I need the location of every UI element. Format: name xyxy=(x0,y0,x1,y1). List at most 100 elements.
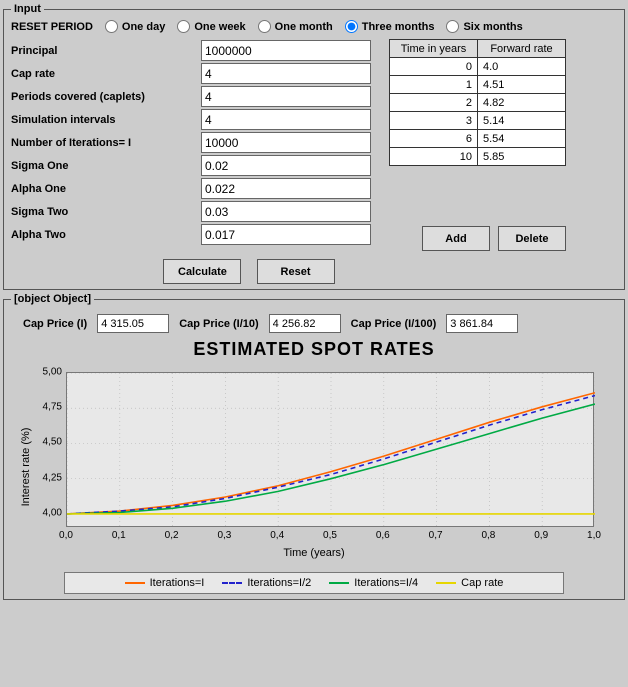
principal-label: Principal xyxy=(11,39,201,62)
alpha-two-input[interactable] xyxy=(201,224,371,245)
chart-xlabel: Time (years) xyxy=(283,547,344,559)
calculate-button[interactable]: Calculate xyxy=(163,259,241,284)
forward-panel: Time in years Forward rate 04.014.5124.8… xyxy=(389,39,566,251)
reset-option-one-day[interactable]: One day xyxy=(101,20,165,33)
output-panel: [object Object] Cap Price (I) Cap Price … xyxy=(3,293,625,600)
legend-iterations-I2: Iterations=I/2 xyxy=(222,577,311,589)
reset-option-one-month[interactable]: One month xyxy=(254,20,333,33)
cap-price-I100-value xyxy=(446,314,518,333)
alpha-one-label: Alpha One xyxy=(11,177,201,200)
chart-title: ESTIMATED SPOT RATES xyxy=(11,339,617,360)
periods-input[interactable] xyxy=(201,86,371,107)
chart-ytick: 4,00 xyxy=(16,507,62,518)
price-row: Cap Price (I) Cap Price (I/10) Cap Price… xyxy=(23,314,617,333)
chart-ytick: 4,25 xyxy=(16,472,62,483)
chart-ytick: 4,50 xyxy=(16,437,62,448)
fwd-rate-cell: 5.85 xyxy=(478,148,566,166)
forward-buttons: Add Delete xyxy=(389,226,566,251)
reset-radio-one-week[interactable] xyxy=(177,20,190,33)
forward-header-rate: Forward rate xyxy=(478,40,566,58)
fwd-time-cell: 2 xyxy=(390,94,478,112)
sim-intervals-label: Simulation intervals xyxy=(11,108,201,131)
chart-xtick: 1,0 xyxy=(579,530,609,541)
chart-xtick: 0,6 xyxy=(368,530,398,541)
legend-cap-rate: Cap rate xyxy=(436,577,503,589)
param-panel: Principal Cap rate Periods covered (capl… xyxy=(11,39,375,246)
sigma-two-input[interactable] xyxy=(201,201,371,222)
chart-ytick: 5,00 xyxy=(16,367,62,378)
swatch-icon xyxy=(222,582,242,584)
table-row[interactable]: 65.54 xyxy=(390,130,566,148)
reset-radio-six-months[interactable] xyxy=(446,20,459,33)
chart-xtick: 0,1 xyxy=(104,530,134,541)
chart-plot-area xyxy=(66,372,594,527)
table-row[interactable]: 14.51 xyxy=(390,76,566,94)
alpha-one-input[interactable] xyxy=(201,178,371,199)
fwd-time-cell: 1 xyxy=(390,76,478,94)
reset-period-label: RESET PERIOD xyxy=(11,21,93,33)
reset-radio-three-months[interactable] xyxy=(345,20,358,33)
cap-rate-input[interactable] xyxy=(201,63,371,84)
cap-rate-label: Cap rate xyxy=(11,62,201,85)
reset-option-three-months[interactable]: Three months xyxy=(341,20,435,33)
fwd-time-cell: 10 xyxy=(390,148,478,166)
alpha-two-label: Alpha Two xyxy=(11,223,201,246)
cap-price-I10-value xyxy=(269,314,341,333)
cap-price-I-value xyxy=(97,314,169,333)
reset-button[interactable]: Reset xyxy=(257,259,335,284)
reset-option-one-week[interactable]: One week xyxy=(173,20,245,33)
param-table: Principal Cap rate Periods covered (capl… xyxy=(11,39,375,246)
input-legend: Input xyxy=(11,3,44,15)
chart-ytick: 4,75 xyxy=(16,402,62,413)
chart-xtick: 0,9 xyxy=(526,530,556,541)
chart-xtick: 0,2 xyxy=(157,530,187,541)
forward-header-time: Time in years xyxy=(390,40,478,58)
chart-xtick: 0,7 xyxy=(421,530,451,541)
chart-xtick: 0,8 xyxy=(473,530,503,541)
fwd-rate-cell: 4.0 xyxy=(478,58,566,76)
forward-table[interactable]: Time in years Forward rate 04.014.5124.8… xyxy=(389,39,566,166)
swatch-icon xyxy=(125,582,145,584)
table-row[interactable]: 35.14 xyxy=(390,112,566,130)
output-legend: [object Object] xyxy=(11,293,94,305)
fwd-time-cell: 6 xyxy=(390,130,478,148)
cap-price-I100-label: Cap Price (I/100) xyxy=(351,318,437,330)
delete-button[interactable]: Delete xyxy=(498,226,566,251)
input-panel: Input RESET PERIOD One day One week One … xyxy=(3,3,625,290)
add-button[interactable]: Add xyxy=(422,226,490,251)
cap-price-I10-label: Cap Price (I/10) xyxy=(179,318,258,330)
chart-xtick: 0,5 xyxy=(315,530,345,541)
principal-input[interactable] xyxy=(201,40,371,61)
reset-radio-one-month[interactable] xyxy=(258,20,271,33)
table-row[interactable]: 105.85 xyxy=(390,148,566,166)
sigma-one-input[interactable] xyxy=(201,155,371,176)
sigma-one-label: Sigma One xyxy=(11,154,201,177)
chart-xtick: 0,0 xyxy=(51,530,81,541)
reset-radio-one-day[interactable] xyxy=(105,20,118,33)
fwd-rate-cell: 5.54 xyxy=(478,130,566,148)
calc-row: Calculate Reset xyxy=(0,259,617,284)
swatch-icon xyxy=(329,582,349,584)
table-row[interactable]: 24.82 xyxy=(390,94,566,112)
table-row[interactable]: 04.0 xyxy=(390,58,566,76)
fwd-rate-cell: 4.51 xyxy=(478,76,566,94)
input-body: Principal Cap rate Periods covered (capl… xyxy=(11,39,617,251)
reset-option-six-months[interactable]: Six months xyxy=(442,20,522,33)
sim-intervals-input[interactable] xyxy=(201,109,371,130)
fwd-time-cell: 3 xyxy=(390,112,478,130)
spot-rate-chart: Interest rate (%) Time (years) 4,004,254… xyxy=(16,362,612,572)
periods-label: Periods covered (caplets) xyxy=(11,85,201,108)
chart-xtick: 0,4 xyxy=(262,530,292,541)
legend-iterations-I4: Iterations=I/4 xyxy=(329,577,418,589)
chart-xtick: 0,3 xyxy=(209,530,239,541)
swatch-icon xyxy=(436,582,456,584)
fwd-time-cell: 0 xyxy=(390,58,478,76)
iterations-label: Number of Iterations= I xyxy=(11,131,201,154)
chart-legend: Iterations=I Iterations=I/2 Iterations=I… xyxy=(64,572,564,594)
sigma-two-label: Sigma Two xyxy=(11,200,201,223)
fwd-rate-cell: 5.14 xyxy=(478,112,566,130)
legend-iterations-I: Iterations=I xyxy=(125,577,205,589)
cap-price-I-label: Cap Price (I) xyxy=(23,318,87,330)
iterations-input[interactable] xyxy=(201,132,371,153)
reset-period-row: RESET PERIOD One day One week One month … xyxy=(11,20,617,33)
